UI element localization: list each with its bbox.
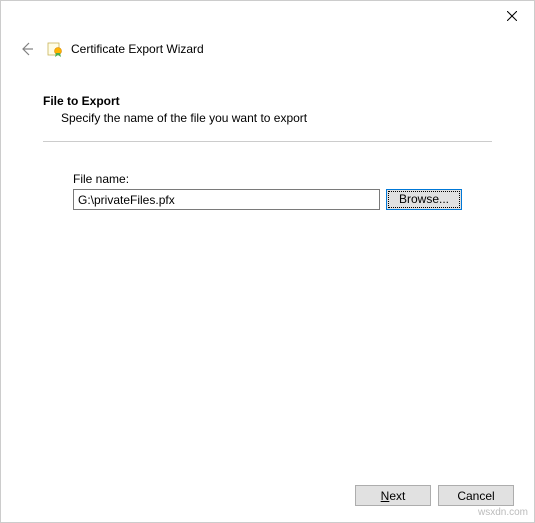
button-bar: Next Cancel [355, 485, 514, 506]
content-area: File to Export Specify the name of the f… [1, 79, 534, 220]
file-name-label: File name: [73, 172, 462, 186]
section-description: Specify the name of the file you want to… [43, 111, 492, 125]
file-field-area: File name: Browse... [43, 142, 492, 210]
watermark: wsxdn.com [478, 507, 528, 518]
close-button[interactable] [489, 1, 534, 31]
certificate-icon [47, 41, 63, 57]
section-title: File to Export [43, 94, 492, 108]
back-arrow-icon [19, 41, 35, 57]
back-button[interactable] [17, 39, 37, 59]
titlebar [1, 1, 534, 31]
close-icon [507, 11, 517, 21]
wizard-header: Certificate Export Wizard [1, 31, 534, 79]
file-name-input[interactable] [73, 189, 380, 210]
file-field-row: Browse... [73, 189, 462, 210]
cancel-button[interactable]: Cancel [438, 485, 514, 506]
browse-button[interactable]: Browse... [386, 189, 462, 210]
wizard-title: Certificate Export Wizard [71, 42, 204, 56]
next-button[interactable]: Next [355, 485, 431, 506]
